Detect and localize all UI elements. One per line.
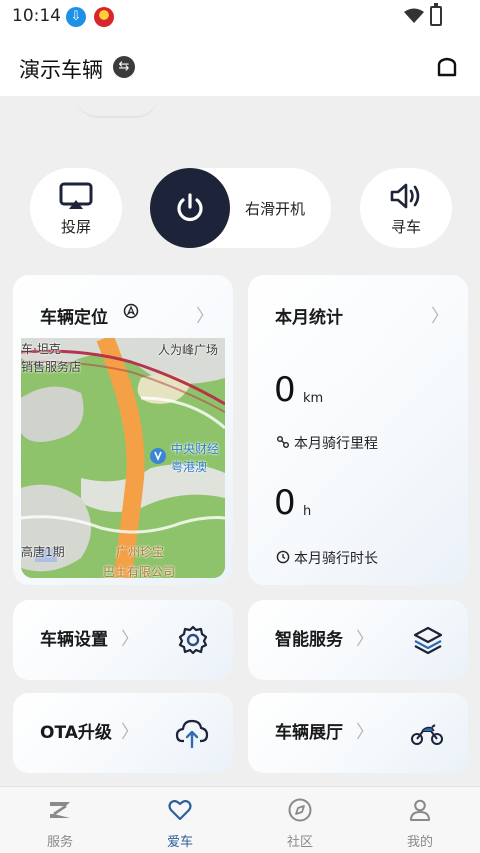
heart-icon	[168, 799, 192, 821]
map-label: 销售服务店	[21, 360, 82, 374]
cast-label: 投屏	[60, 218, 91, 236]
ota-label: OTA升级	[40, 723, 112, 743]
status-bar: 10:14 ⇩	[0, 0, 480, 34]
monthly-stats-card[interactable]: 本月统计 〉 0 km 本月骑行里程 0 h 本月骑行时长	[248, 275, 468, 585]
map-label: 车·坦克	[21, 342, 61, 356]
chevron-right-icon: 〉	[356, 722, 374, 743]
vehicle-settings-tile[interactable]: 车辆设置 〉	[13, 600, 233, 680]
distance-label: 本月骑行里程	[294, 436, 378, 452]
download-icon: ⇩	[66, 7, 86, 27]
tab-mine[interactable]: 我的	[360, 787, 480, 853]
cloud-upload-icon	[175, 719, 209, 749]
bottom-tab-bar: 服务 爱车 社区 我的	[0, 786, 480, 853]
app-header: 演示车辆 ⇆	[0, 34, 480, 96]
distance-unit: km	[303, 391, 324, 406]
tab-services-label: 服务	[46, 835, 73, 850]
map-label: 人为峰广场	[158, 343, 219, 357]
tab-mine-label: 我的	[406, 835, 433, 850]
duration-label: 本月骑行时长	[294, 551, 378, 567]
map-label: 巴士有限公司	[103, 565, 176, 578]
showroom-label: 车辆展厅	[275, 723, 343, 743]
chevron-right-icon: 〉	[121, 629, 139, 650]
vehicle-name: 演示车辆	[19, 58, 103, 82]
tab-car-label: 爱车	[166, 835, 193, 850]
status-time: 10:14	[12, 6, 61, 26]
chevron-right-icon: 〉	[356, 629, 374, 650]
map-label: 高唐1期	[21, 545, 65, 559]
find-car-button[interactable]: 寻车	[360, 168, 452, 248]
speaker-icon	[390, 183, 420, 209]
tab-community[interactable]: 社区	[240, 787, 360, 853]
map-label: 粤港澳	[171, 460, 208, 474]
tab-services[interactable]: 服务	[0, 787, 120, 853]
motorcycle-icon	[411, 724, 443, 745]
power-icon	[177, 193, 203, 222]
route-icon	[277, 436, 289, 448]
distance-value: 0	[274, 370, 296, 410]
services-icon	[50, 802, 70, 818]
layers-icon	[413, 626, 443, 655]
navigation-icon	[123, 303, 139, 319]
battery-icon	[430, 3, 442, 26]
power-knob[interactable]	[150, 168, 230, 248]
cast-screen-button[interactable]: 投屏	[30, 168, 122, 248]
compass-icon	[288, 798, 312, 822]
app-notification-icon	[94, 7, 114, 27]
smart-label: 智能服务	[275, 630, 343, 650]
duration-value: 0	[274, 483, 296, 523]
find-car-label: 寻车	[390, 218, 421, 236]
ota-upgrade-tile[interactable]: OTA升级 〉	[13, 693, 233, 773]
vehicle-location-card[interactable]: 车辆定位 〉 车·坦克 销售服务店 人为峰广场 中央财经 粤港澳 高唐1期 广州…	[13, 275, 233, 585]
duration-unit: h	[303, 504, 312, 519]
clock-icon	[276, 550, 290, 564]
power-slider[interactable]: 右滑开机	[150, 168, 331, 248]
vehicle-showroom-tile[interactable]: 车辆展厅 〉	[248, 693, 468, 773]
wifi-icon	[404, 8, 424, 23]
tab-car[interactable]: 爱车	[120, 787, 240, 853]
user-icon	[410, 799, 430, 821]
stats-title: 本月统计	[275, 308, 343, 328]
location-map[interactable]: 车·坦克 销售服务店 人为峰广场 中央财经 粤港澳 高唐1期 广州珍宝 巴士有限…	[21, 338, 225, 578]
chevron-right-icon: 〉	[121, 722, 139, 743]
swap-icon[interactable]: ⇆	[113, 56, 135, 78]
gear-icon	[178, 625, 208, 655]
vehicle-silhouette	[76, 96, 158, 118]
home-icon[interactable]	[436, 56, 458, 78]
map-label: 中央财经	[171, 442, 220, 456]
map-label: 广州珍宝	[116, 545, 165, 559]
settings-label: 车辆设置	[40, 630, 108, 650]
smart-services-tile[interactable]: 智能服务 〉	[248, 600, 468, 680]
chevron-right-icon: 〉	[431, 306, 449, 327]
tab-community-label: 社区	[286, 835, 313, 850]
power-label: 右滑开机	[245, 200, 306, 218]
location-title: 车辆定位	[40, 308, 108, 328]
chevron-right-icon: 〉	[196, 306, 214, 327]
cast-icon	[59, 182, 93, 209]
